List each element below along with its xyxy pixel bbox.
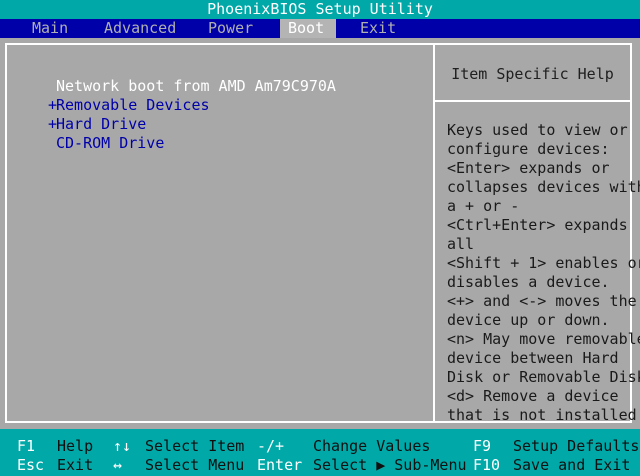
boot-item-cdrom-drive[interactable]: CD-ROM Drive [48,134,336,153]
expand-marker: + [48,96,58,114]
boot-item-label: Hard Drive [56,115,147,133]
boot-item-label: CD-ROM Drive [56,134,165,152]
menu-main[interactable]: Main [24,19,76,38]
help-line: <n> May move removable [447,330,640,348]
help-line: <Shift + 1> enables or [447,254,640,272]
help-line: all [447,235,475,253]
boot-item-label: Network boot from AMD Am79C970A [56,77,336,95]
key-f9: F9 [473,437,492,455]
help-line: collapses devices with [447,178,640,196]
help-line: device up or down. [447,311,610,329]
key-minus-plus: -/+ [257,437,285,455]
key-desc-save-and-exit: Save and Exit [513,456,631,474]
key-desc-select-menu: Select Menu [145,456,245,474]
menu-advanced[interactable]: Advanced [96,19,184,38]
expand-marker: + [48,115,58,133]
key-legend-bar: F1 Help ↑↓ Select Item -/+ Change Values… [0,429,640,476]
key-desc-change-values: Change Values [313,437,431,455]
help-line: <Ctrl+Enter> expands [447,216,628,234]
boot-item-label: Removable Devices [56,96,210,114]
key-desc-select-item: Select Item [145,437,245,455]
key-left-right-arrows: ↔ [113,456,123,474]
boot-order-list: Network boot from AMD Am79C970A +Removab… [48,77,336,153]
menu-bar: Main Advanced Power Boot Exit [0,19,640,38]
boot-item-network[interactable]: Network boot from AMD Am79C970A [48,77,336,96]
help-line: configure devices: [447,140,610,158]
boot-item-hard-drive[interactable]: +Hard Drive [48,115,336,134]
app-title: PhoenixBIOS Setup Utility [207,0,433,18]
help-line: a + or - [447,197,520,215]
menu-exit[interactable]: Exit [352,19,404,38]
help-line: device between Hard [447,349,619,367]
key-desc-help: Help [57,437,94,455]
key-f1: F1 [17,437,36,455]
menu-boot[interactable]: Boot [280,19,336,38]
title-bar: PhoenixBIOS Setup Utility [0,0,640,19]
help-text: Keys used to view or configure devices: … [447,121,640,425]
boot-panel: Item Specific Help Keys used to view or … [0,38,640,429]
key-esc: Esc [17,456,45,474]
menu-power[interactable]: Power [200,19,261,38]
help-separator [435,100,630,102]
help-line: <d> Remove a device [447,387,619,405]
key-f10: F10 [473,456,501,474]
help-line: that is not installed. [447,406,640,424]
key-desc-setup-defaults: Setup Defaults [513,437,640,455]
key-up-down-arrows: ↑↓ [113,437,132,455]
key-desc-exit: Exit [57,456,94,474]
help-title: Item Specific Help [451,65,614,83]
help-line: Keys used to view or [447,121,628,139]
key-legend-row: F1 Help ↑↓ Select Item -/+ Change Values… [0,437,640,456]
key-desc-select-submenu: Select ▶ Sub-Menu [313,456,467,474]
help-line: <Enter> expands or [447,159,610,177]
help-line: Disk or Removable Disk [447,368,640,386]
help-line: disables a device. [447,273,610,291]
boot-item-removable-devices[interactable]: +Removable Devices [48,96,336,115]
key-enter: Enter [257,456,303,474]
key-legend-row: Esc Exit ↔ Select Menu Enter Select ▶ Su… [0,456,640,475]
help-line: <+> and <-> moves the [447,292,637,310]
